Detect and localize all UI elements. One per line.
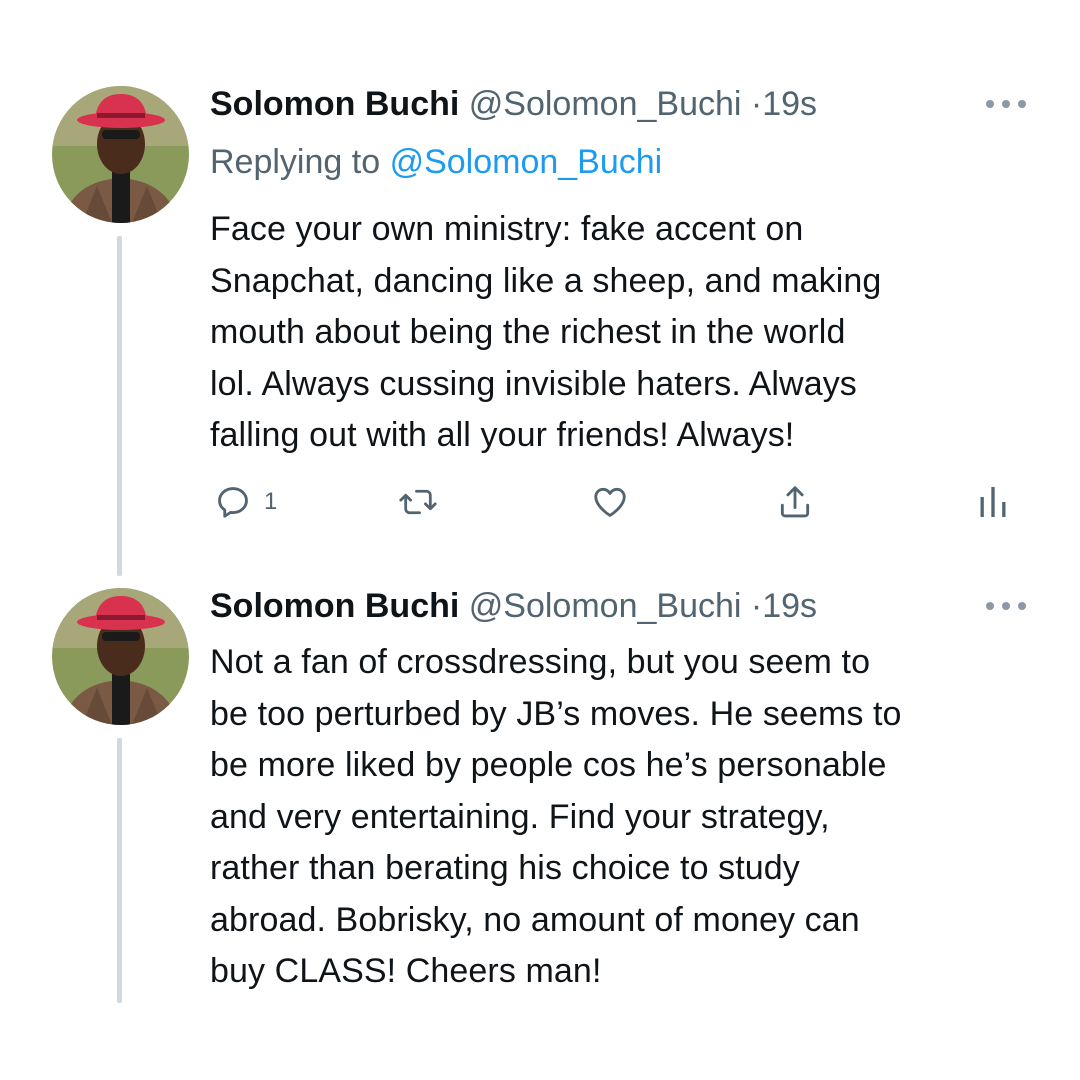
like-icon xyxy=(594,487,626,517)
separator: · xyxy=(750,85,763,123)
replying-label: Replying to xyxy=(210,143,381,181)
retweet-button[interactable] xyxy=(398,480,438,524)
author-handle[interactable]: @Solomon_Buchi xyxy=(469,85,742,123)
retweet-icon xyxy=(399,489,437,515)
author-handle[interactable]: @Solomon_Buchi xyxy=(469,587,742,625)
tweet-text: Not a fan of crossdressing, but you seem… xyxy=(210,637,1040,998)
reply-button[interactable]: 1 xyxy=(214,480,277,524)
tweet-text-line: Snapchat, dancing like a sheep, and maki… xyxy=(210,261,882,300)
reply-mention-link[interactable]: @Solomon_Buchi xyxy=(390,143,663,181)
avatar[interactable] xyxy=(52,86,189,223)
avatar-image xyxy=(52,86,189,223)
timestamp[interactable]: 19s xyxy=(762,85,817,123)
reply-icon xyxy=(218,487,248,518)
avatar[interactable] xyxy=(52,588,189,725)
tweet-text-line: Face your own ministry: fake accent on xyxy=(210,210,804,248)
tweet-text-line: and very entertaining. Find your strateg… xyxy=(210,797,830,836)
tweet-text-line: abroad. Bobrisky, no amount of money can xyxy=(210,900,860,939)
analytics-button[interactable] xyxy=(978,480,1008,524)
tweet-text-line: lol. Always cussing invisible haters. Al… xyxy=(210,364,857,403)
thread-line xyxy=(117,738,122,1003)
tweet-text: Face your own ministry: fake accent on S… xyxy=(210,204,1040,462)
author-name[interactable]: Solomon Buchi xyxy=(210,587,459,625)
separator: · xyxy=(750,587,763,625)
tweet-text-line: be too perturbed by JB’s moves. He seems… xyxy=(210,694,902,733)
more-options-icon[interactable] xyxy=(986,599,1026,613)
tweet-text-line: buy CLASS! Cheers man! xyxy=(210,952,602,990)
tweet-header: Solomon Buchi @Solomon_Buchi ·19s xyxy=(210,586,817,626)
like-button[interactable] xyxy=(590,480,630,524)
share-button[interactable] xyxy=(776,480,814,524)
tweet-text-line: be more liked by people cos he’s persona… xyxy=(210,746,887,784)
analytics-icon xyxy=(980,487,1006,517)
thread-line xyxy=(117,236,122,576)
tweet-text-line: Not a fan of crossdressing, but you seem… xyxy=(210,643,871,681)
replying-to: Replying to @Solomon_Buchi xyxy=(210,142,662,182)
action-bar: 1 xyxy=(210,480,1020,524)
more-options-icon[interactable] xyxy=(986,97,1026,111)
share-icon xyxy=(780,486,810,518)
tweet-header: Solomon Buchi @Solomon_Buchi ·19s xyxy=(210,84,817,124)
avatar-image xyxy=(52,588,189,725)
tweet-text-line: rather than berating his choice to study xyxy=(210,849,800,887)
reply-count: 1 xyxy=(264,488,278,515)
tweet-text-line: mouth about being the richest in the wor… xyxy=(210,313,846,351)
tweet-text-line: falling out with all your friends! Alway… xyxy=(210,416,795,454)
timestamp[interactable]: 19s xyxy=(762,587,817,625)
author-name[interactable]: Solomon Buchi xyxy=(210,85,459,123)
